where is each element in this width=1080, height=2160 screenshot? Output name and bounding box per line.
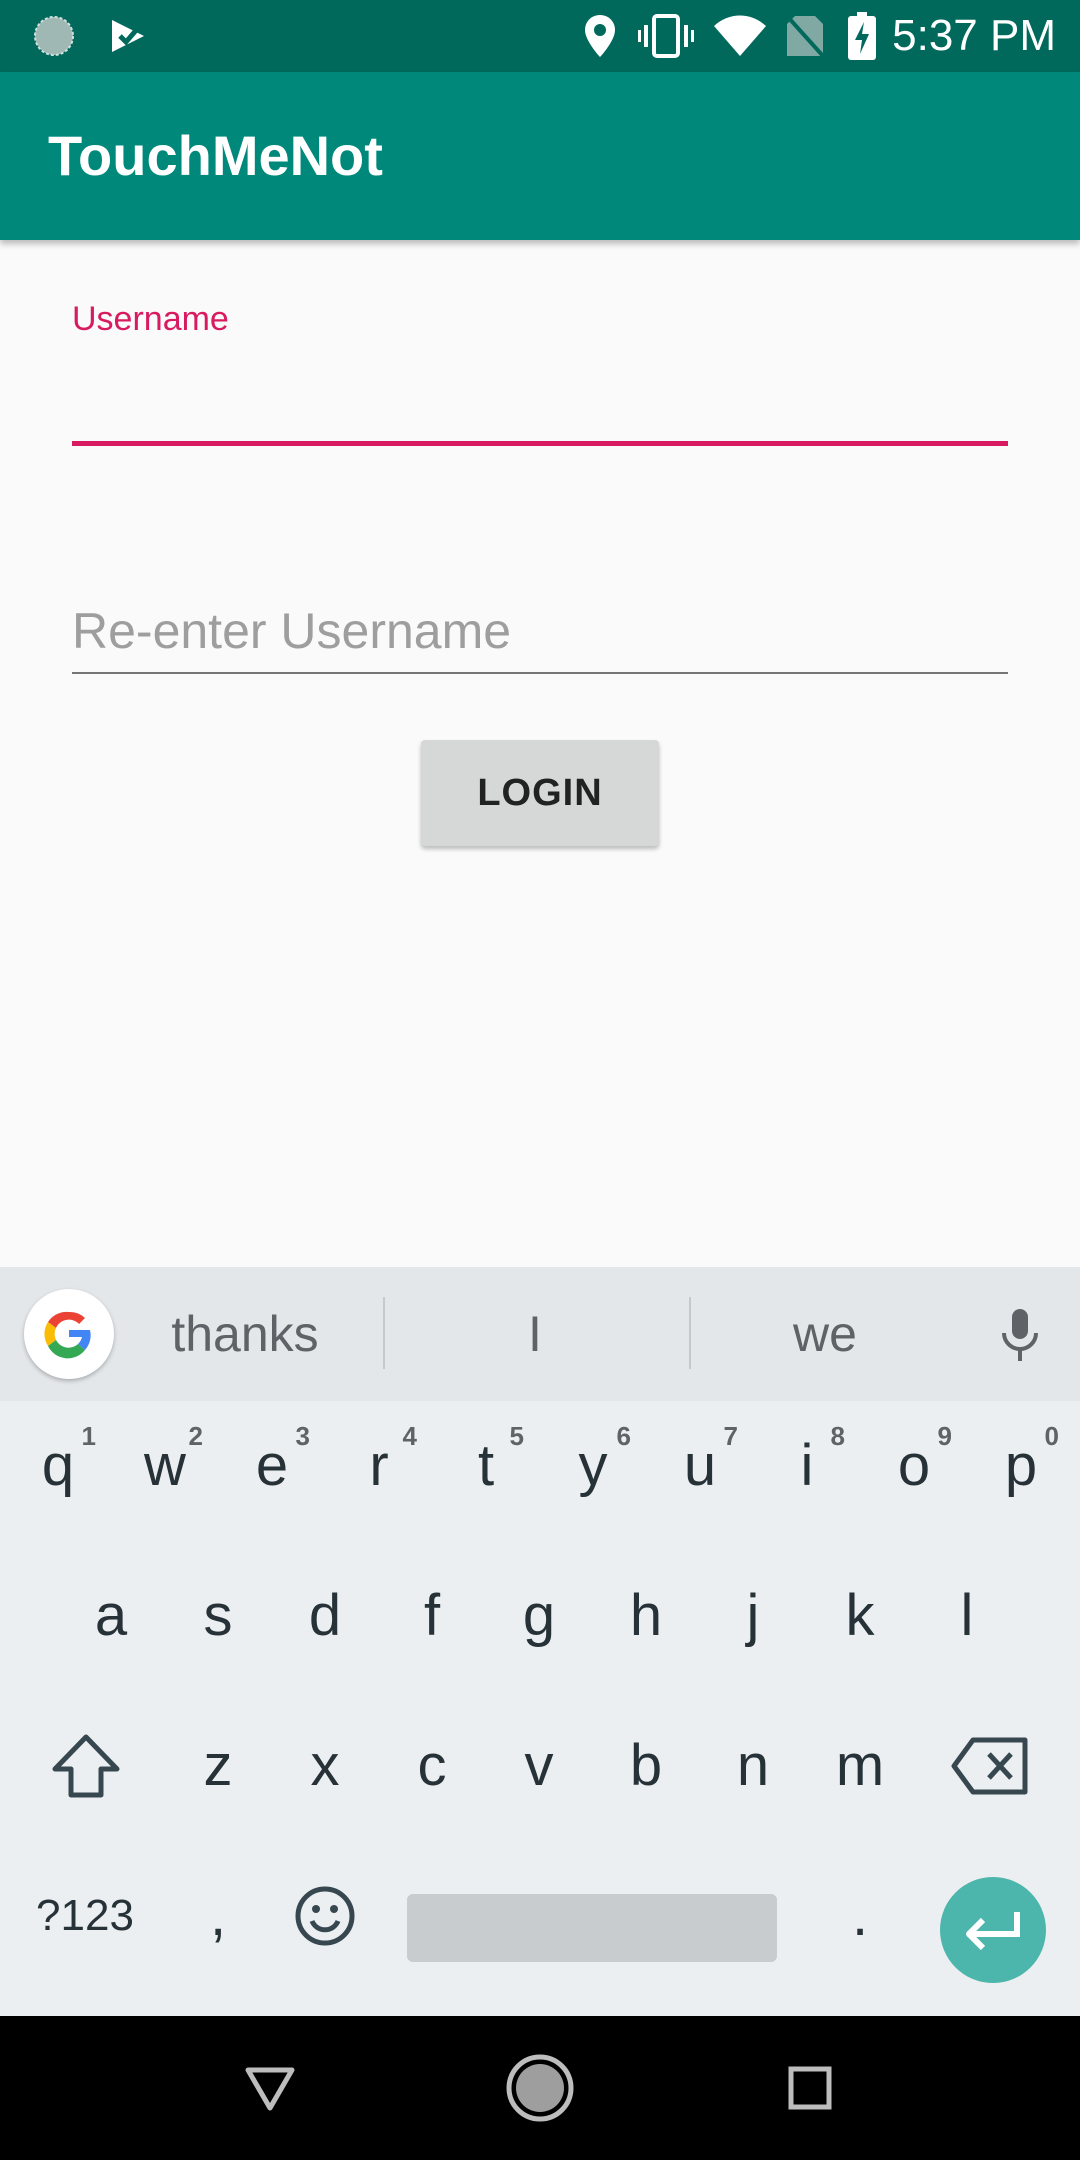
key-o[interactable]: o9 [864, 1401, 964, 1531]
key-n[interactable]: n [703, 1701, 803, 1831]
play-store-icon [104, 12, 152, 60]
login-button[interactable]: LOGIN [421, 740, 659, 846]
symbols-key[interactable]: ?123 [20, 1851, 150, 1981]
key-e[interactable]: e3 [222, 1401, 322, 1531]
location-icon [580, 12, 620, 60]
key-w[interactable]: w2 [115, 1401, 215, 1531]
battery-charging-icon [846, 12, 878, 60]
no-sim-icon [782, 12, 828, 60]
key-a[interactable]: a [61, 1551, 161, 1681]
soft-keyboard: thanks I we q1 w2 e3 r4 t5 y6 u7 i8 o9 p… [0, 1267, 1080, 2016]
emoji-key[interactable] [275, 1851, 375, 1981]
key-f[interactable]: f [382, 1551, 482, 1681]
sync-icon [30, 12, 78, 60]
key-p[interactable]: p0 [971, 1401, 1071, 1531]
backspace-icon [951, 1737, 1028, 1795]
key-t[interactable]: t5 [436, 1401, 536, 1531]
status-clock: 5:37 PM [892, 11, 1056, 60]
suggestion-3[interactable]: we [710, 1267, 940, 1401]
microphone-icon[interactable] [990, 1305, 1050, 1365]
key-b[interactable]: b [596, 1701, 696, 1831]
wifi-icon [712, 12, 768, 60]
status-bar: 5:37 PM [0, 0, 1080, 72]
reenter-username-input[interactable] [72, 590, 1008, 674]
suggestion-divider [689, 1297, 691, 1369]
recents-icon[interactable] [774, 2052, 846, 2124]
key-j[interactable]: j [703, 1551, 803, 1681]
key-i[interactable]: i8 [757, 1401, 857, 1531]
back-icon[interactable] [234, 2052, 306, 2124]
shift-icon [52, 1734, 120, 1798]
key-r[interactable]: r4 [329, 1401, 429, 1531]
home-icon[interactable] [504, 2052, 576, 2124]
vibrate-icon [638, 12, 694, 60]
space-key[interactable] [407, 1894, 777, 1962]
backspace-key[interactable] [940, 1701, 1040, 1831]
key-v[interactable]: v [489, 1701, 589, 1831]
key-q[interactable]: q1 [8, 1401, 108, 1531]
enter-arrow-icon [966, 1912, 1020, 1951]
navigation-bar [0, 2016, 1080, 2160]
username-label: Username [72, 300, 229, 338]
suggestion-divider [383, 1297, 385, 1369]
key-g[interactable]: g [489, 1551, 589, 1681]
emoji-icon [295, 1886, 355, 1946]
comma-key[interactable]: , [168, 1851, 268, 1981]
key-k[interactable]: k [810, 1551, 910, 1681]
period-key[interactable]: . [810, 1851, 910, 1981]
suggestion-bar: thanks I we [0, 1267, 1080, 1401]
google-icon[interactable] [24, 1289, 114, 1379]
suggestion-2[interactable]: I [420, 1267, 650, 1401]
key-c[interactable]: c [382, 1701, 482, 1831]
key-s[interactable]: s [168, 1551, 268, 1681]
key-u[interactable]: u7 [650, 1401, 750, 1531]
username-input[interactable] [72, 350, 1008, 446]
key-h[interactable]: h [596, 1551, 696, 1681]
key-z[interactable]: z [168, 1701, 268, 1831]
app-title: TouchMeNot [48, 124, 383, 187]
key-y[interactable]: y6 [543, 1401, 643, 1531]
key-m[interactable]: m [810, 1701, 910, 1831]
key-l[interactable]: l [917, 1551, 1017, 1681]
suggestion-1[interactable]: thanks [130, 1267, 360, 1401]
key-x[interactable]: x [275, 1701, 375, 1831]
shift-key[interactable] [36, 1701, 136, 1831]
app-bar: TouchMeNot [0, 72, 1080, 240]
enter-key[interactable] [940, 1877, 1046, 1983]
key-d[interactable]: d [275, 1551, 375, 1681]
